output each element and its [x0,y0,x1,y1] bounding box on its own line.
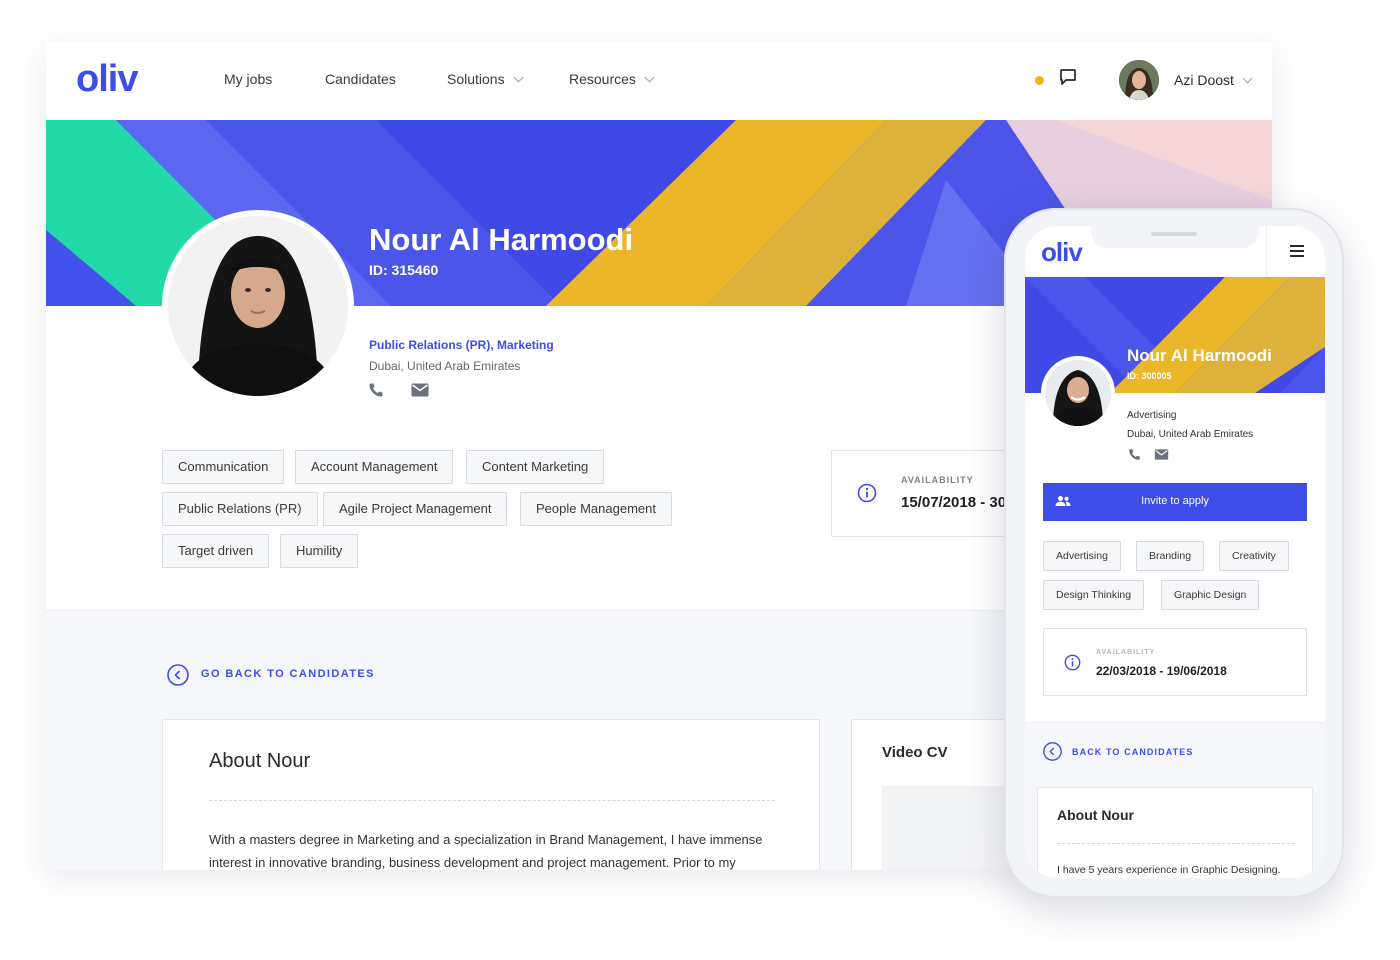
user-name-label: Azi Doost [1174,72,1234,88]
about-card: About Nour I have 5 years experience in … [1037,787,1313,878]
chevron-down-icon [513,72,524,83]
info-icon [1064,654,1081,671]
info-icon [857,483,877,503]
skill-chip[interactable]: Creativity [1219,541,1289,571]
notification-dot [1035,76,1044,85]
mobile-screen: oliv Nour Al Harmoodi ID: 300005 Adverti… [1025,226,1325,878]
about-title: About Nour [1057,807,1134,823]
candidate-name: Nour Al Harmoodi [369,222,634,257]
oliv-logo[interactable]: oliv [76,58,138,101]
back-arrow-icon[interactable] [167,664,189,686]
hamburger-menu-button[interactable] [1266,226,1325,277]
user-avatar[interactable] [1119,60,1159,100]
invite-label: Invite to apply [1141,495,1209,507]
mail-icon[interactable] [1154,449,1169,460]
skill-chip[interactable]: People Management [520,492,672,526]
invite-to-apply-button[interactable]: Invite to apply [1043,483,1307,521]
mail-icon[interactable] [411,383,429,397]
skill-chip[interactable]: Design Thinking [1043,580,1145,610]
back-to-candidates-link[interactable]: BACK TO CANDIDATES [1072,747,1193,757]
chat-icon[interactable] [1059,68,1077,86]
phone-icon[interactable] [368,382,384,398]
skill-chip[interactable]: Target driven [162,534,270,568]
candidate-field[interactable]: Public Relations (PR), Marketing [369,338,554,352]
skill-chip[interactable]: Agile Project Management [323,492,508,526]
about-card: About Nour With a masters degree in Mark… [162,719,820,870]
availability-dates: 22/03/2018 - 19/06/2018 [1096,664,1227,678]
user-menu[interactable]: Azi Doost [1174,72,1253,88]
nav-resources-label: Resources [569,71,636,87]
menu-icon [1290,245,1304,247]
about-text: I have 5 years experience in Graphic Des… [1057,864,1281,876]
nav-my-jobs[interactable]: My jobs [224,71,272,87]
skill-chip[interactable]: Public Relations (PR) [162,492,318,526]
skill-chip[interactable]: Humility [280,534,359,568]
nav-solutions-label: Solutions [447,71,505,87]
phone-icon[interactable] [1128,448,1141,461]
divider [209,800,775,801]
candidate-id: ID: 315460 [369,262,439,278]
mobile-details-section: BACK TO CANDIDATES About Nour I have 5 y… [1025,722,1325,878]
candidate-location: Dubai, United Arab Emirates [1127,429,1254,440]
about-title: About Nour [209,750,311,772]
skill-chip[interactable]: Graphic Design [1161,580,1260,610]
availability-label: AVAILABILITY [901,475,974,485]
candidate-field: Advertising [1127,410,1177,421]
candidate-id: ID: 300005 [1127,371,1172,381]
top-navbar: oliv My jobs Candidates Solutions Resour… [46,42,1272,120]
skill-chip[interactable]: Content Marketing [466,450,605,484]
candidate-name: Nour Al Harmoodi [1127,346,1272,365]
availability-label: AVAILABILITY [1096,649,1156,656]
about-text: With a masters degree in Marketing and a… [209,832,763,870]
nav-resources[interactable]: Resources [569,71,655,87]
skill-chip[interactable]: Advertising [1043,541,1121,571]
back-arrow-icon[interactable] [1043,742,1062,761]
nav-my-jobs-label: My jobs [224,71,273,87]
nav-candidates[interactable]: Candidates [325,71,396,87]
candidate-photo [162,210,354,402]
oliv-logo[interactable]: oliv [1041,237,1083,268]
chevron-down-icon [1242,73,1253,84]
candidate-photo [1041,356,1115,430]
chevron-down-icon [644,72,655,83]
back-to-candidates-link[interactable]: GO BACK TO CANDIDATES [201,668,375,680]
skill-chip[interactable]: Account Management [295,450,454,484]
skill-chip[interactable]: Branding [1136,541,1205,571]
phone-notch [1091,226,1259,248]
mobile-device: oliv Nour Al Harmoodi ID: 300005 Adverti… [1004,208,1344,898]
nav-candidates-label: Candidates [325,71,396,87]
availability-dates: 15/07/2018 - 30 [901,494,1007,511]
candidate-location: Dubai, United Arab Emirates [369,359,521,373]
skill-chip[interactable]: Communication [162,450,285,484]
video-cv-title: Video CV [882,744,948,761]
availability-card: AVAILABILITY 22/03/2018 - 19/06/2018 [1043,628,1307,696]
divider [1057,843,1295,844]
nav-solutions[interactable]: Solutions [447,71,524,87]
